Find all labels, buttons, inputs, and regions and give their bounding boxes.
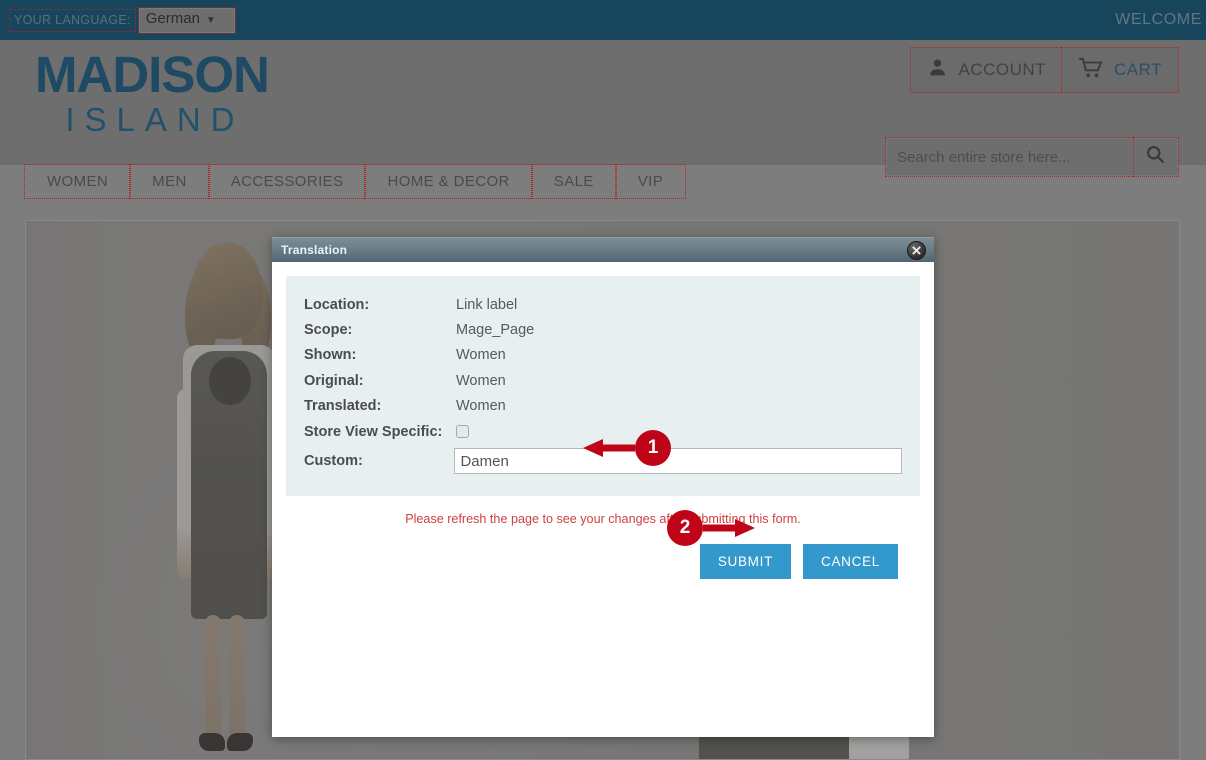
original-label: Original: <box>304 372 364 389</box>
nav-item-vip[interactable]: VIP <box>614 164 687 199</box>
custom-input[interactable] <box>454 448 902 475</box>
arrow-left-icon <box>583 438 635 458</box>
header-buttons: ACCOUNT CART <box>910 47 1179 93</box>
main-navigation: WOMEN MEN ACCESSORIES HOME & DECOR SALE … <box>23 164 687 199</box>
annotation-badge-2: 2 <box>667 510 703 546</box>
close-button[interactable] <box>907 241 926 260</box>
location-value: Link label <box>456 296 518 313</box>
arrow-right-icon <box>703 518 755 538</box>
translated-label: Translated: <box>304 398 382 415</box>
cart-button[interactable]: CART <box>1061 47 1179 93</box>
field-row-scope: Scope: Mage_Page <box>304 317 902 342</box>
close-icon <box>911 245 922 256</box>
cancel-button[interactable]: CANCEL <box>803 544 898 580</box>
translated-value: Women <box>456 398 506 415</box>
dialog-title: Translation <box>281 243 348 257</box>
field-row-translated: Translated: Women <box>304 394 902 419</box>
store-view-specific-label: Store View Specific: <box>304 423 443 440</box>
cart-label: CART <box>1114 60 1162 79</box>
annotation-badge-1: 1 <box>635 430 671 466</box>
nav-item-accessories[interactable]: ACCESSORIES <box>207 164 367 199</box>
logo-line-island: ISLAND <box>65 101 245 138</box>
nav-item-women[interactable]: WOMEN <box>23 164 132 199</box>
account-button[interactable]: ACCOUNT <box>910 47 1064 93</box>
shown-value: Women <box>456 347 506 364</box>
location-label: Location: <box>304 296 370 313</box>
translation-dialog: Translation Location: Link label Scope: … <box>272 237 934 737</box>
language-label: YOUR LANGUAGE: <box>9 8 136 32</box>
search-form <box>885 137 1179 177</box>
logo-line-madison: MADISON <box>35 46 270 103</box>
dialog-actions: SUBMIT CANCEL <box>286 544 920 580</box>
language-select-value: German <box>145 9 200 27</box>
site-header: MADISON ISLAND ACCOUNT CART <box>0 40 1206 177</box>
dialog-titlebar: Translation <box>272 237 934 262</box>
top-language-bar: YOUR LANGUAGE: German ▼ WELCOME <box>0 0 1206 40</box>
site-logo[interactable]: MADISON ISLAND <box>35 46 270 138</box>
welcome-message: WELCOME <box>1115 11 1202 28</box>
shopping-cart-icon <box>1078 57 1114 84</box>
field-row-location: Location: Link label <box>304 292 902 317</box>
refresh-notice: Please refresh the page to see your chan… <box>405 512 801 527</box>
field-row-shown: Shown: Women <box>304 343 902 368</box>
account-label: ACCOUNT <box>958 60 1047 79</box>
search-input[interactable] <box>885 137 1135 177</box>
annotation-marker-1: 1 <box>583 430 671 466</box>
language-switcher[interactable]: YOUR LANGUAGE: German ▼ <box>9 6 236 34</box>
shown-label: Shown: <box>304 347 357 364</box>
nav-item-sale[interactable]: SALE <box>530 164 617 199</box>
scope-label: Scope: <box>304 322 353 339</box>
search-icon <box>1145 144 1166 170</box>
chevron-down-icon: ▼ <box>205 14 216 26</box>
custom-label: Custom: <box>304 453 363 470</box>
scope-value: Mage_Page <box>456 322 535 339</box>
language-select[interactable]: German ▼ <box>137 6 236 34</box>
dialog-body: Location: Link label Scope: Mage_Page Sh… <box>272 262 934 580</box>
annotation-marker-2: 2 <box>667 510 755 546</box>
field-row-original: Original: Women <box>304 368 902 393</box>
original-value: Women <box>456 372 506 389</box>
user-icon <box>927 57 958 83</box>
store-view-specific-checkbox[interactable] <box>456 425 469 439</box>
nav-item-men[interactable]: MEN <box>129 164 210 199</box>
search-button[interactable] <box>1133 137 1179 177</box>
nav-item-home-decor[interactable]: HOME & DECOR <box>364 164 533 199</box>
submit-button[interactable]: SUBMIT <box>699 544 792 580</box>
